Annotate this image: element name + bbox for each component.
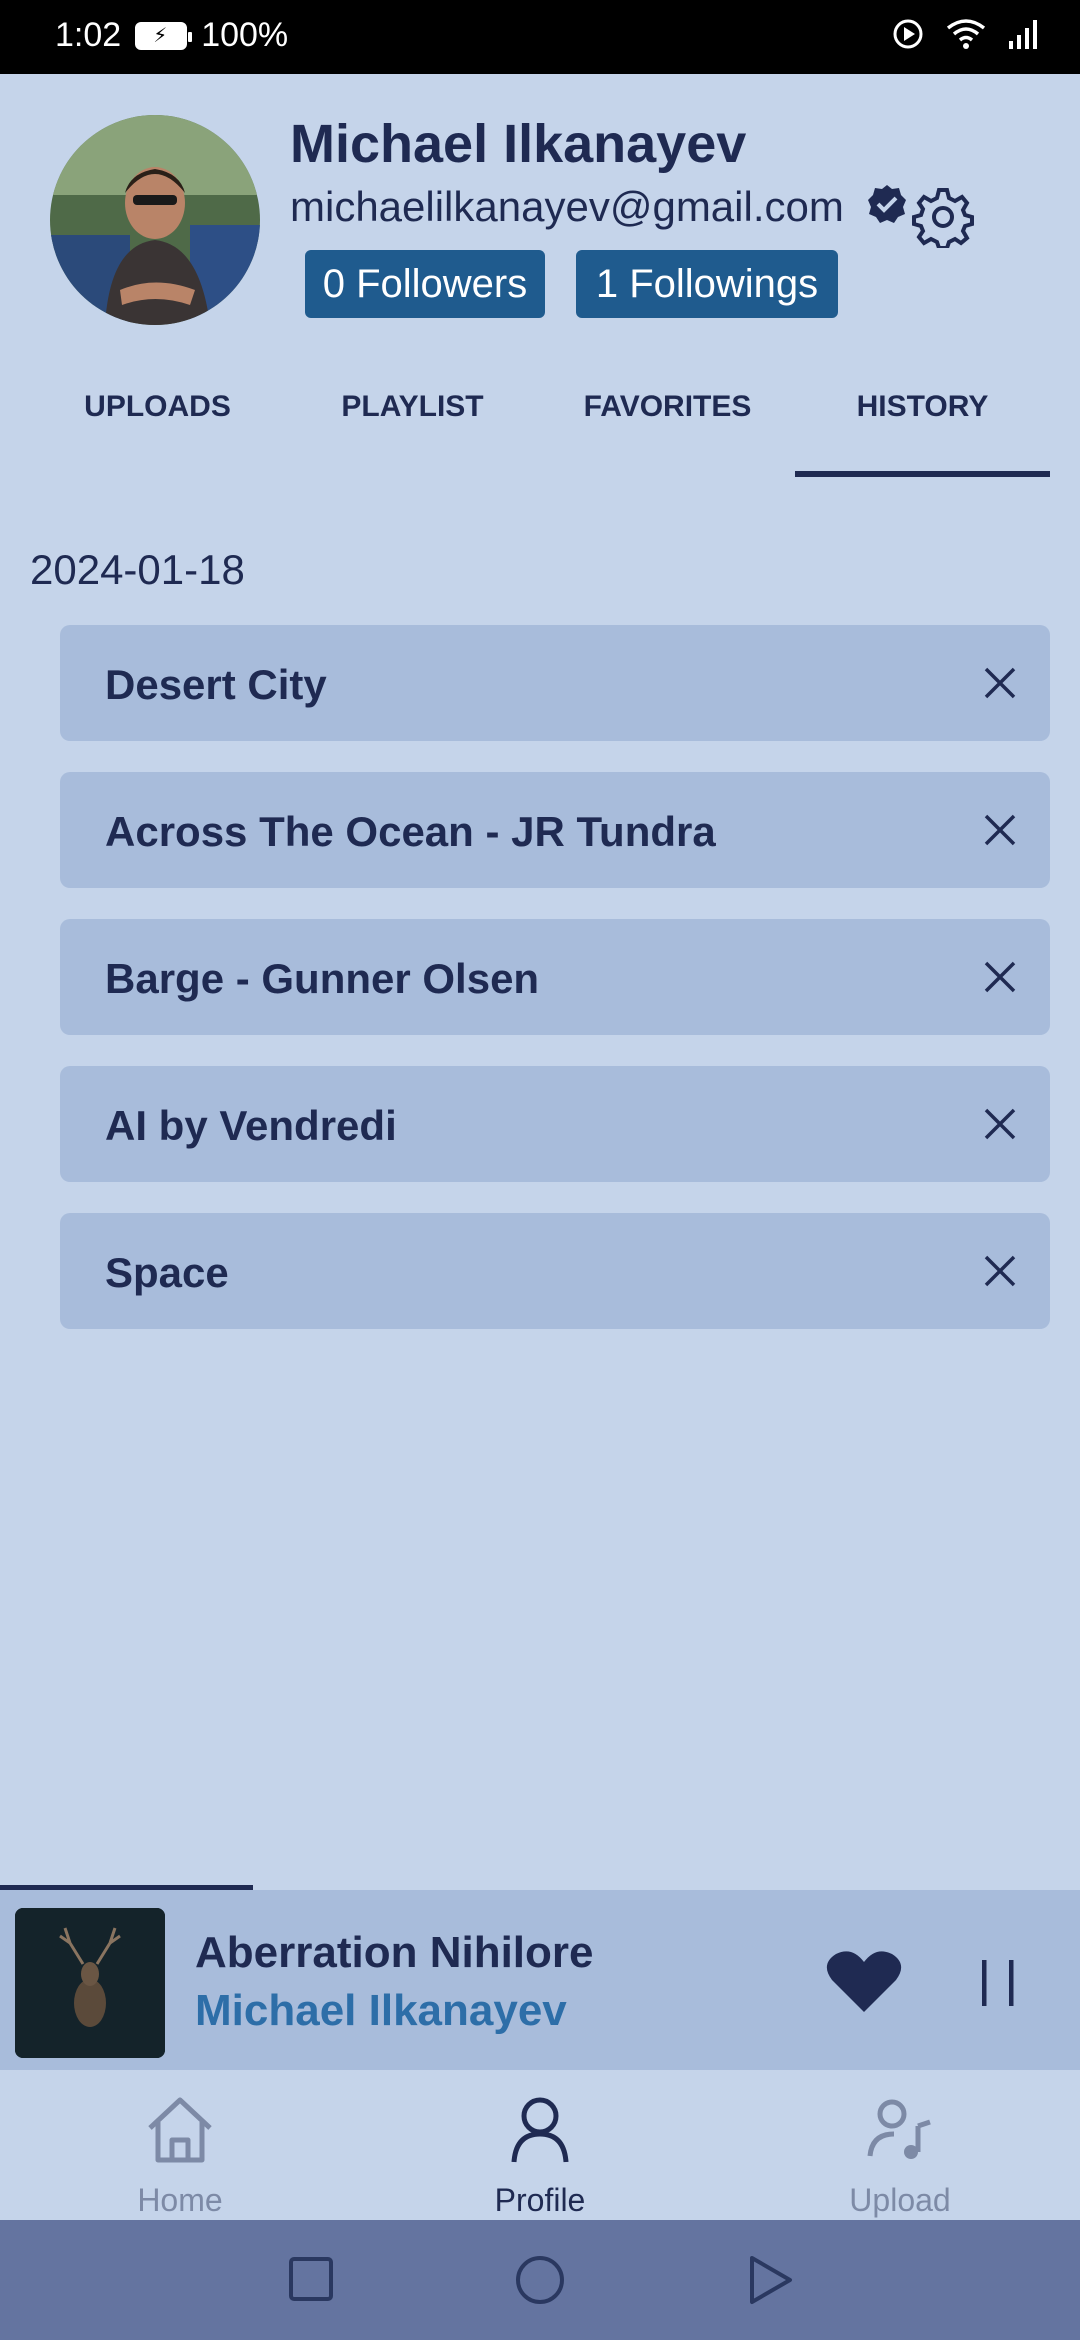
history-item-title: AI by Vendredi bbox=[105, 1102, 397, 1149]
nav-home-label: Home bbox=[137, 2182, 223, 2218]
media-playing-icon bbox=[893, 19, 923, 49]
system-nav-bar bbox=[0, 2220, 1080, 2340]
pause-icon[interactable] bbox=[980, 1960, 1016, 2006]
status-bar: 1:02 ⚡ 100% bbox=[0, 0, 1080, 74]
remove-close-icon[interactable] bbox=[980, 663, 1020, 703]
history-item[interactable]: AI by Vendredi bbox=[60, 1066, 1050, 1182]
profile-email: michaelilkanayev@gmail.com bbox=[290, 183, 844, 230]
tab-uploads[interactable]: UPLOADS bbox=[30, 390, 285, 424]
nav-upload-label: Upload bbox=[849, 2182, 951, 2218]
bottom-nav: Home Profile Upload bbox=[0, 2070, 1080, 2220]
status-left: 1:02 ⚡ 100% bbox=[55, 16, 288, 55]
tab-history[interactable]: HISTORY bbox=[795, 390, 1050, 424]
profile-name: Michael Ilkanayev bbox=[290, 114, 747, 174]
battery-icon: ⚡ bbox=[135, 21, 193, 50]
nav-upload[interactable]: Upload bbox=[720, 2070, 1080, 2220]
followings-button[interactable]: 1 Followings bbox=[576, 250, 838, 318]
history-item-title: Across The Ocean - JR Tundra bbox=[105, 808, 716, 855]
remove-close-icon[interactable] bbox=[980, 957, 1020, 997]
status-time: 1:02 bbox=[55, 16, 122, 54]
history-item-title: Desert City bbox=[105, 661, 327, 708]
verified-badge-icon bbox=[866, 183, 908, 230]
followers-button[interactable]: 0 Followers bbox=[305, 250, 545, 318]
history-item-title: Barge - Gunner Olsen bbox=[105, 955, 540, 1002]
album-cover bbox=[15, 1908, 165, 2058]
remove-close-icon[interactable] bbox=[980, 1104, 1020, 1144]
now-playing-artist[interactable]: Michael Ilkanayev bbox=[195, 1986, 567, 2036]
home-icon bbox=[148, 2097, 212, 2163]
nav-home[interactable]: Home bbox=[0, 2070, 360, 2220]
nav-profile[interactable]: Profile bbox=[360, 2070, 720, 2220]
history-item-title: Space bbox=[105, 1249, 229, 1296]
back-triangle-icon[interactable] bbox=[746, 2254, 794, 2306]
avatar[interactable] bbox=[50, 115, 260, 325]
remove-close-icon[interactable] bbox=[980, 1251, 1020, 1291]
wifi-icon bbox=[946, 19, 986, 49]
history-item[interactable]: Across The Ocean - JR Tundra bbox=[60, 772, 1050, 888]
recent-apps-icon[interactable] bbox=[288, 2256, 334, 2302]
signal-icon bbox=[1009, 20, 1037, 49]
nav-profile-label: Profile bbox=[494, 2182, 586, 2218]
tab-playlist[interactable]: PLAYLIST bbox=[285, 390, 540, 424]
status-right bbox=[892, 18, 1042, 50]
history-item[interactable]: Desert City bbox=[60, 625, 1050, 741]
home-circle-icon[interactable] bbox=[514, 2254, 566, 2306]
mini-player[interactable]: Aberration Nihilore Michael Ilkanayev bbox=[0, 1890, 1080, 2070]
history-date: 2024-01-18 bbox=[30, 546, 245, 593]
history-item[interactable]: Space bbox=[60, 1213, 1050, 1329]
remove-close-icon[interactable] bbox=[980, 810, 1020, 850]
tab-favorites[interactable]: FAVORITES bbox=[540, 390, 795, 424]
profile-icon bbox=[511, 2097, 569, 2163]
now-playing-title: Aberration Nihilore bbox=[195, 1928, 594, 1977]
history-item[interactable]: Barge - Gunner Olsen bbox=[60, 919, 1050, 1035]
upload-music-icon bbox=[867, 2099, 931, 2159]
heart-icon[interactable] bbox=[826, 1948, 902, 2014]
battery-percent: 100% bbox=[201, 16, 289, 54]
active-tab-indicator bbox=[795, 471, 1050, 477]
settings-gear-icon[interactable] bbox=[912, 186, 974, 253]
avatar-photo bbox=[50, 115, 260, 325]
